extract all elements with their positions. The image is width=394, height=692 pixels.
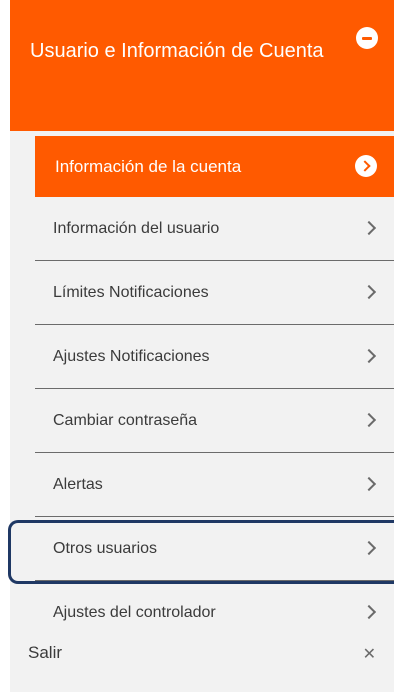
menu-item-label: Cambiar contraseña — [53, 412, 198, 429]
chevron-right-icon — [361, 540, 377, 556]
chevron-right-icon — [361, 284, 377, 300]
menu-item-label: Alertas — [53, 476, 103, 493]
menu-item-account-info[interactable]: Información de la cuenta — [35, 136, 394, 197]
close-icon: ✕ — [362, 646, 376, 663]
logout-item[interactable]: Salir ✕ — [10, 634, 394, 692]
menu-item-label: Ajustes Notificaciones — [53, 348, 210, 365]
account-section-header[interactable]: Usuario e Información de Cuenta — [10, 0, 394, 131]
section-title: Usuario e Información de Cuenta — [30, 40, 324, 62]
chevron-right-icon — [361, 220, 377, 236]
menu-item-label: Límites Notificaciones — [53, 284, 209, 301]
minus-circle-icon[interactable] — [356, 27, 378, 49]
menu-item-label: Otros usuarios — [53, 540, 158, 557]
menu-item-notification-settings[interactable]: Ajustes Notificaciones — [35, 325, 394, 389]
menu-item-other-users[interactable]: Otros usuarios — [35, 517, 394, 581]
menu-item-change-password[interactable]: Cambiar contraseña — [35, 389, 394, 453]
menu-item-user-info[interactable]: Información del usuario — [35, 197, 394, 261]
chevron-right-icon — [361, 476, 377, 492]
logout-label: Salir — [28, 643, 63, 662]
chevron-right-icon — [361, 348, 377, 364]
menu-item-label: Información del usuario — [53, 220, 220, 237]
chevron-right-circle-icon — [355, 155, 377, 177]
chevron-right-icon — [361, 412, 377, 428]
menu-item-label: Información de la cuenta — [55, 157, 242, 176]
menu-item-notification-limits[interactable]: Límites Notificaciones — [35, 261, 394, 325]
menu-item-alerts[interactable]: Alertas — [35, 453, 394, 517]
chevron-right-icon — [361, 604, 377, 620]
